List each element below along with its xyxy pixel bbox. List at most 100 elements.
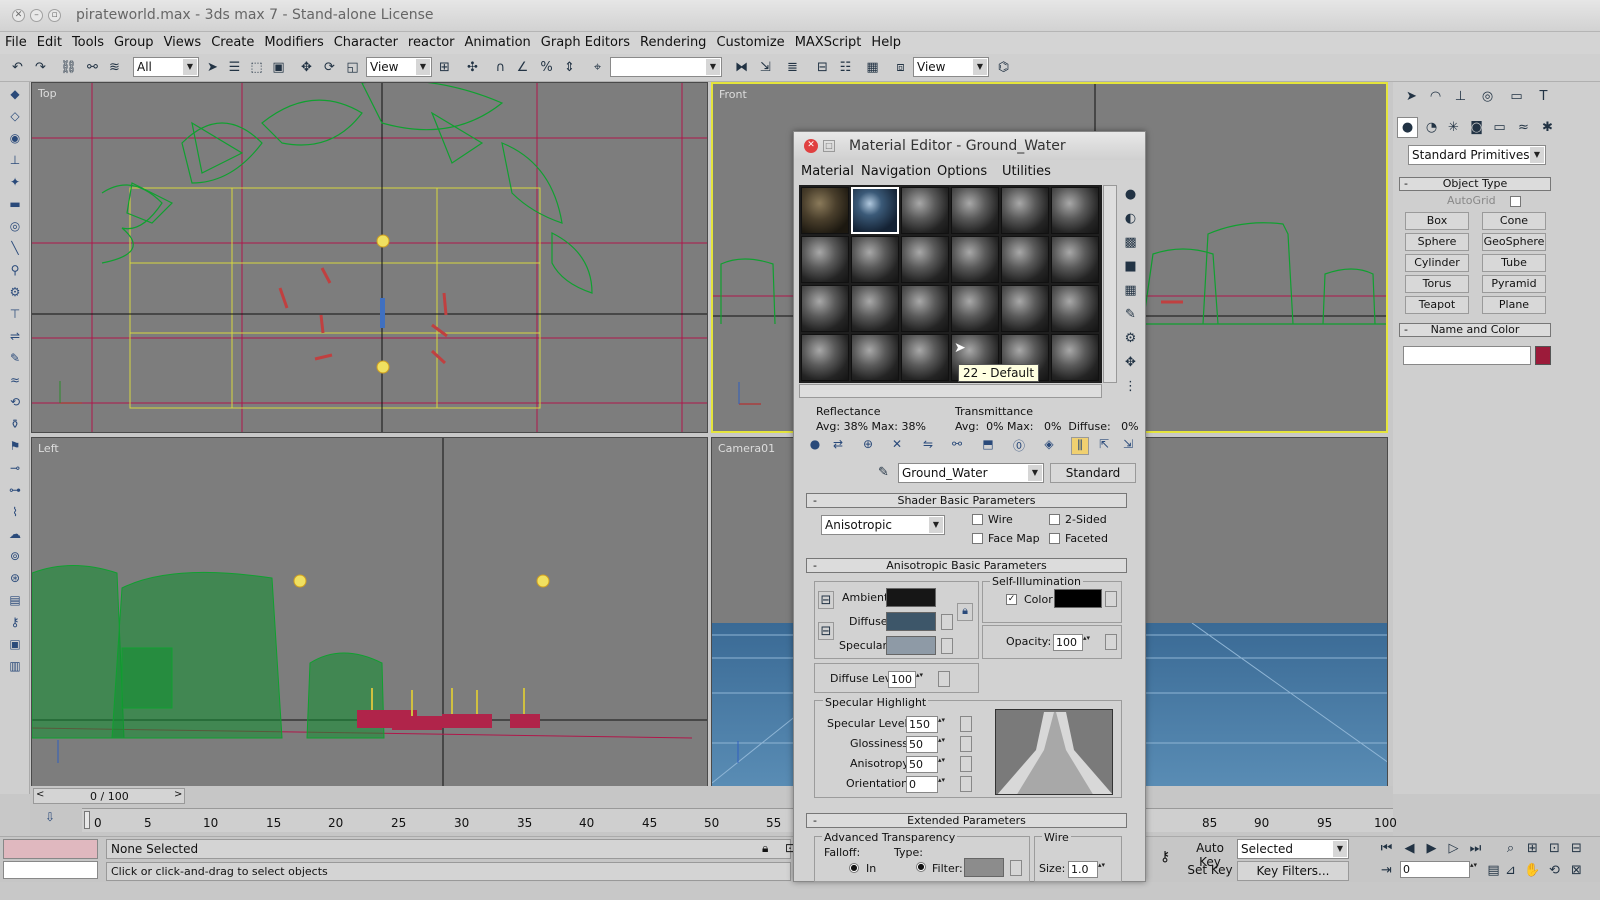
menu-modifiers[interactable]: Modifiers — [259, 32, 328, 50]
menu-reactor[interactable]: reactor — [403, 32, 460, 50]
pivot-center-icon[interactable]: ⊞ — [434, 57, 455, 78]
slots-vscroll[interactable] — [1103, 185, 1117, 383]
tool-icon-3[interactable]: ◉ — [5, 128, 25, 148]
track-bar[interactable]: 0 5 10 15 20 25 30 35 40 45 50 55 85 90 … — [82, 808, 1397, 832]
go-to-parent-icon[interactable]: ⇱ — [1095, 437, 1113, 455]
material-editor-icon[interactable]: ▦ — [862, 57, 883, 78]
tool-icon-15[interactable]: ⟲ — [5, 392, 25, 412]
background-icon[interactable]: ▩ — [1120, 232, 1141, 253]
selection-region-icon[interactable]: ⬚ — [246, 57, 267, 78]
uv-tiling-icon[interactable]: ■ — [1120, 256, 1141, 277]
prev-frame-icon[interactable]: ◀ — [1399, 838, 1420, 859]
tool-icon-1[interactable]: ◆ — [5, 84, 25, 104]
cone-button[interactable]: Cone — [1482, 212, 1546, 230]
specular-level-spinner[interactable]: 150 — [906, 716, 949, 733]
auto-key-button[interactable]: Auto Key — [1186, 839, 1234, 869]
material-effects-channel-icon[interactable]: ⓪ — [1010, 437, 1028, 455]
self-illum-map-button[interactable] — [1105, 591, 1117, 607]
sample-slot-9[interactable] — [901, 236, 949, 283]
put-to-scene-icon[interactable]: ⇄ — [829, 437, 847, 455]
menu-maxscript[interactable]: MAXScript — [790, 32, 867, 50]
me-maximize-icon[interactable]: □ — [823, 140, 835, 152]
shapes-icon[interactable]: ◔ — [1421, 117, 1442, 138]
snap-toggle-icon[interactable]: ∩ — [490, 57, 511, 78]
sample-slot-11[interactable] — [1001, 236, 1049, 283]
glossiness-map-button[interactable] — [960, 736, 972, 752]
viewport-label-camera[interactable]: Camera01 — [718, 442, 775, 455]
motion-tab-icon[interactable]: ◎ — [1477, 86, 1498, 107]
two-sided-checkbox[interactable] — [1049, 514, 1060, 525]
sample-slot-3[interactable] — [901, 187, 949, 234]
teapot-button[interactable]: Teapot — [1405, 296, 1469, 314]
time-next-arrow[interactable]: > — [174, 789, 182, 800]
filter-color-swatch[interactable] — [964, 858, 1004, 877]
viewport-label-left[interactable]: Left — [38, 442, 59, 455]
object-name-input[interactable] — [1403, 346, 1531, 365]
sample-slot-6[interactable] — [1051, 187, 1099, 234]
modify-tab-icon[interactable]: ◠ — [1425, 86, 1446, 107]
orbit-icon[interactable]: ⟲ — [1544, 860, 1565, 881]
current-frame-field[interactable]: 0 — [1400, 861, 1481, 878]
maximize-viewport-icon[interactable]: ⊠ — [1566, 860, 1587, 881]
render-view-dropdown[interactable]: View — [913, 57, 989, 77]
key-mode-dropdown[interactable]: Selected — [1237, 839, 1349, 859]
sample-slot-10[interactable] — [951, 236, 999, 283]
render-scene-icon[interactable]: ⧈ — [890, 57, 911, 78]
specular-color-swatch[interactable] — [886, 636, 936, 655]
backlight-icon[interactable]: ◐ — [1120, 208, 1141, 229]
viewport-label-top[interactable]: Top — [38, 87, 57, 100]
tool-icon-27[interactable]: ▥ — [5, 656, 25, 676]
sample-slot-16[interactable] — [951, 285, 999, 332]
sample-type-icon[interactable]: ● — [1120, 184, 1141, 205]
sample-slot-15[interactable] — [901, 285, 949, 332]
tool-icon-26[interactable]: ▣ — [5, 634, 25, 654]
lock-diffuse-icon[interactable]: 🔒︎ — [957, 603, 973, 621]
diffuse-level-map-button[interactable] — [938, 671, 950, 687]
cameras-icon[interactable]: ◙ — [1466, 117, 1487, 138]
tool-icon-14[interactable]: ≈ — [5, 370, 25, 390]
object-type-rollout[interactable]: - Object Type — [1399, 177, 1551, 191]
menu-graph-editors[interactable]: Graph Editors — [536, 32, 635, 50]
viewport-left[interactable]: Left — [31, 437, 708, 789]
rotate-icon[interactable]: ⟳ — [319, 57, 340, 78]
time-prev-arrow[interactable]: < — [36, 789, 44, 800]
lock-selection-icon[interactable]: 🔒︎ — [762, 841, 768, 856]
pyramid-button[interactable]: Pyramid — [1482, 275, 1546, 293]
tool-icon-21[interactable]: ☁ — [5, 524, 25, 544]
me-menu-navigation[interactable]: Navigation — [861, 164, 931, 179]
torus-button[interactable]: Torus — [1405, 275, 1469, 293]
angle-snap-icon[interactable]: ∠ — [512, 57, 533, 78]
make-copy-icon[interactable]: ⇋ — [919, 437, 937, 455]
zoom-all-icon[interactable]: ⊞ — [1522, 838, 1543, 859]
specular-level-map-button[interactable] — [960, 716, 972, 732]
tool-icon-22[interactable]: ⊚ — [5, 546, 25, 566]
menu-customize[interactable]: Customize — [711, 32, 789, 50]
systems-icon[interactable]: ✱ — [1537, 117, 1558, 138]
object-color-swatch[interactable] — [1535, 346, 1551, 365]
space-warps-icon[interactable]: ≈ — [1513, 117, 1534, 138]
tool-icon-7[interactable]: ◎ — [5, 216, 25, 236]
create-tab-icon[interactable]: ➤ — [1401, 86, 1422, 107]
sample-slot-14[interactable] — [851, 285, 899, 332]
put-to-library-icon[interactable]: ⬒ — [979, 437, 997, 455]
geosphere-button[interactable]: GeoSphere — [1482, 233, 1546, 251]
sample-slot-17[interactable] — [1001, 285, 1049, 332]
shader-basic-rollout[interactable]: - Shader Basic Parameters — [806, 493, 1127, 508]
maxscript-listener-mini[interactable] — [3, 839, 98, 859]
faceted-checkbox[interactable] — [1049, 533, 1060, 544]
plane-button[interactable]: Plane — [1482, 296, 1546, 314]
me-menu-material[interactable]: Material — [801, 164, 854, 179]
maxscript-input[interactable] — [3, 861, 98, 879]
minimize-icon[interactable]: – — [30, 9, 43, 22]
spinner-snap-icon[interactable]: ⇕ — [559, 57, 580, 78]
key-mode-toggle-icon[interactable]: ⇥ — [1376, 860, 1397, 881]
orientation-spinner[interactable]: 0 — [906, 776, 949, 793]
link-icon[interactable]: ⛓ — [58, 57, 79, 78]
select-object-icon[interactable]: ➤ — [202, 57, 223, 78]
sample-slot-4[interactable] — [951, 187, 999, 234]
tool-icon-10[interactable]: ⚙ — [5, 282, 25, 302]
shader-type-dropdown[interactable]: Anisotropic — [821, 515, 945, 535]
sample-slot-5[interactable] — [1001, 187, 1049, 234]
menu-create[interactable]: Create — [206, 32, 259, 50]
utilities-tab-icon[interactable]: T — [1533, 86, 1554, 107]
